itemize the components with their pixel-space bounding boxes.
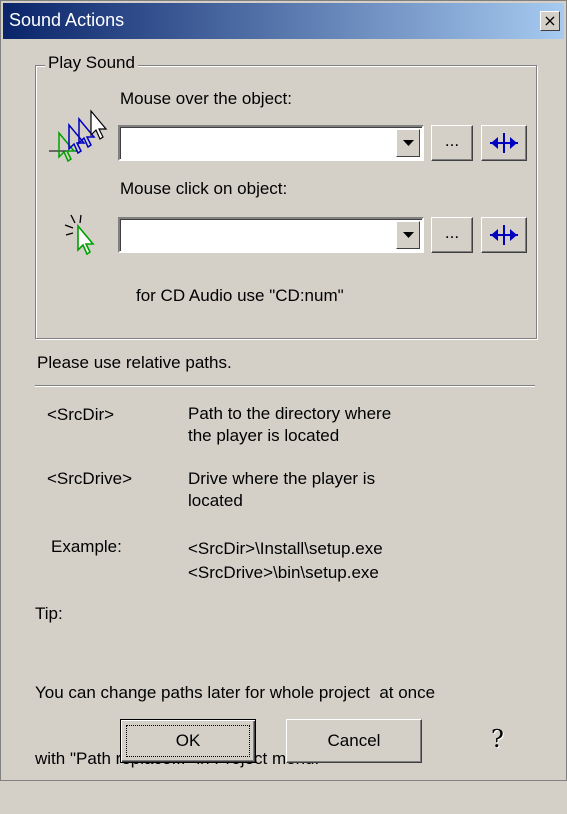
mouse-over-label: Mouse over the object: (120, 89, 292, 108)
tip-line-1: You can change paths later for whole pro… (35, 683, 436, 702)
ok-label: OK (175, 731, 201, 750)
play-sound-icon (490, 133, 518, 153)
sound-actions-dialog: Sound Actions × Play Sound Mouse over th… (0, 0, 567, 781)
play-sound-group-label: Play Sound (45, 53, 138, 73)
mouse-click-browse-button[interactable]: ... (431, 217, 473, 253)
mouse-click-play-button[interactable] (481, 217, 527, 253)
browse-label: ... (444, 223, 460, 242)
example-values: <SrcDir>\Install\setup.exe <SrcDrive>\bi… (188, 537, 383, 585)
srcdrive-desc-line-2: located (188, 491, 243, 510)
example-key: Example: (51, 537, 122, 556)
close-icon: × (543, 11, 557, 30)
srcdir-desc-line-1: Path to the directory where (188, 404, 392, 423)
mouse-over-browse-button[interactable]: ... (431, 125, 473, 161)
window-title: Sound Actions (9, 10, 125, 30)
srcdir-description: Path to the directory where the player i… (188, 403, 391, 447)
separator (35, 385, 535, 387)
help-glyph: ? (491, 725, 504, 753)
mouse-over-cursor-icon (47, 107, 111, 167)
mouse-click-sound-combo[interactable] (118, 217, 424, 253)
srcdrive-key: <SrcDrive> (47, 469, 133, 488)
chevron-down-icon (403, 232, 414, 238)
title-bar[interactable]: Sound Actions × (3, 3, 564, 39)
mouse-over-sound-combo[interactable] (118, 125, 424, 161)
example-line-1: <SrcDir>\Install\setup.exe (188, 539, 383, 558)
example-line-2: <SrcDrive>\bin\setup.exe (188, 563, 379, 582)
mouse-click-cursor-icon (63, 213, 103, 257)
cancel-button[interactable]: Cancel (286, 719, 422, 763)
cd-audio-hint: for CD Audio use "CD:num" (136, 286, 344, 305)
srcdir-key: <SrcDir> (47, 405, 115, 424)
srcdrive-desc-line-1: Drive where the player is (188, 469, 376, 488)
relative-paths-note: Please use relative paths. (37, 353, 232, 372)
cancel-label: Cancel (327, 731, 381, 750)
mouse-over-play-button[interactable] (481, 125, 527, 161)
help-icon[interactable]: ? (491, 725, 515, 757)
mouse-over-dropdown-button[interactable] (396, 129, 420, 157)
browse-label: ... (444, 131, 460, 150)
chevron-down-icon (403, 140, 414, 146)
srcdrive-description: Drive where the player is located (188, 468, 375, 512)
play-sound-icon (490, 225, 518, 245)
tip-label: Tip: (35, 604, 63, 623)
mouse-click-label: Mouse click on object: (120, 179, 288, 198)
mouse-click-dropdown-button[interactable] (396, 221, 420, 249)
srcdir-desc-line-2: the player is located (188, 426, 340, 445)
close-button[interactable]: × (540, 11, 560, 31)
ok-button[interactable]: OK (120, 719, 256, 763)
